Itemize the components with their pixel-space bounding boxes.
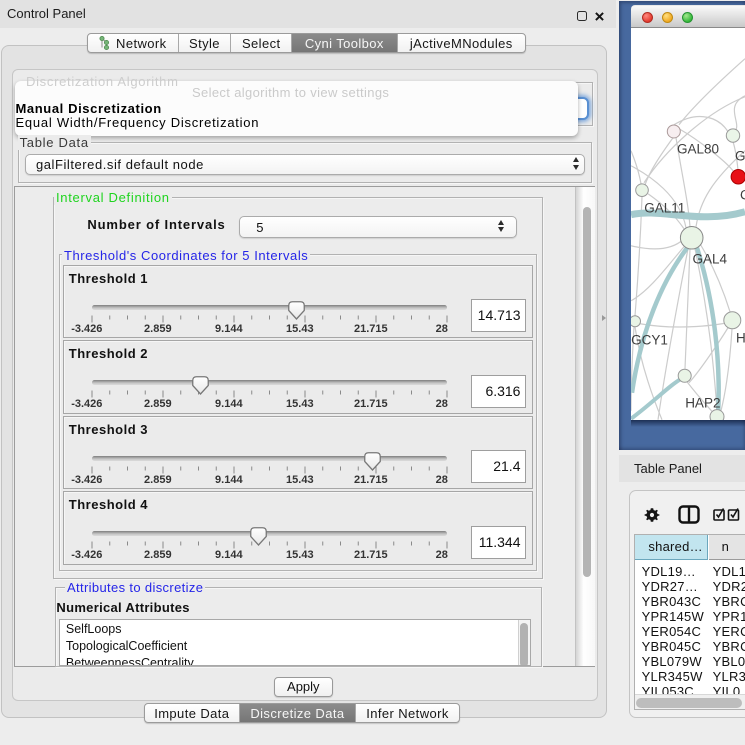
svg-text:GCY1: GCY1 (631, 332, 668, 347)
svg-text:H: H (736, 330, 745, 345)
svg-text:HAP2: HAP2 (685, 395, 720, 410)
svg-text:GAL4: GAL4 (693, 252, 728, 267)
svg-text:GA: GA (735, 148, 745, 163)
svg-text:GAL11: GAL11 (644, 201, 685, 216)
svg-text:GAL80: GAL80 (677, 142, 719, 157)
svg-text:C: C (740, 187, 745, 202)
